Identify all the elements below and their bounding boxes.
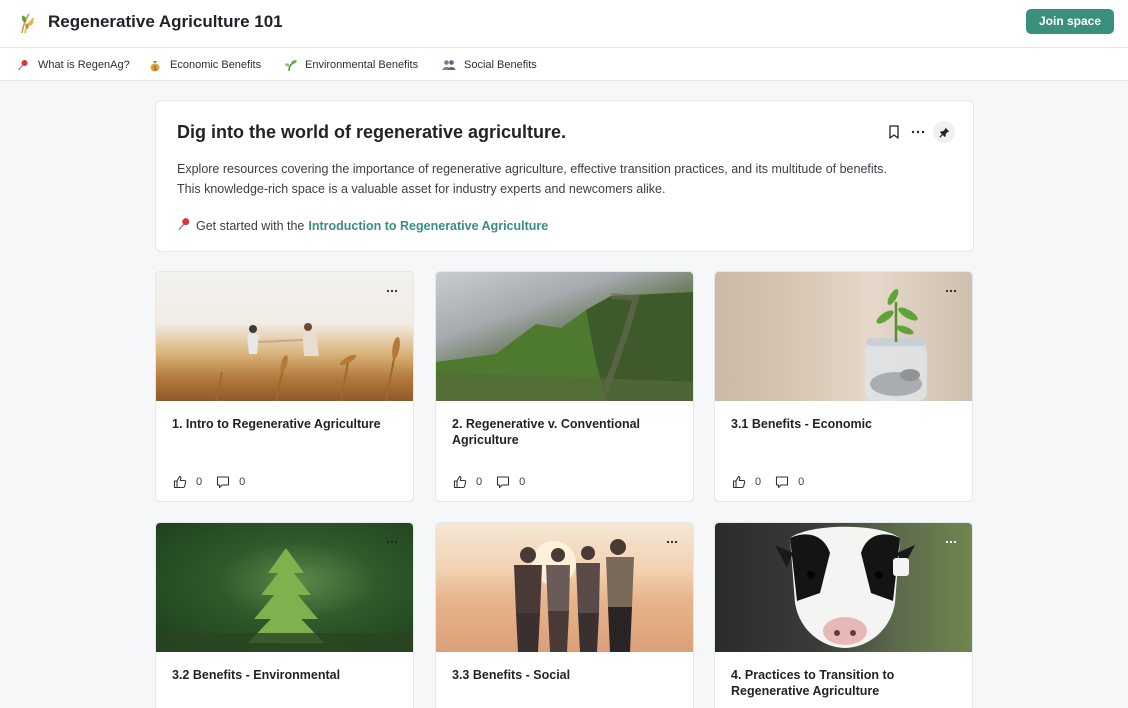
nav-item-label: What is RegenAg? (38, 59, 130, 71)
post-card[interactable]: 4. Practices to Transition to Regenerati… (714, 522, 973, 708)
money-bag-icon: $ (148, 58, 162, 72)
nav-item-economic-benefits[interactable]: $ Economic Benefits (148, 57, 261, 73)
more-options-icon[interactable] (942, 284, 960, 298)
post-description: Explore resources covering the importanc… (177, 162, 887, 196)
more-options-icon[interactable] (907, 121, 929, 143)
card-stats: 0 0 (452, 474, 538, 490)
comment-icon[interactable] (774, 474, 790, 490)
intro-link[interactable]: Introduction to Regenerative Agriculture (308, 219, 548, 233)
more-options-icon[interactable] (383, 535, 401, 549)
card-image-group-of-friends[interactable] (436, 523, 693, 652)
post-card[interactable]: 3.1 Benefits - Economic 0 0 (714, 271, 973, 502)
join-space-button[interactable]: Join space (1026, 9, 1114, 34)
pinned-icon[interactable] (933, 121, 955, 143)
more-options-icon[interactable] (942, 535, 960, 549)
card-title[interactable]: 1. Intro to Regenerative Agriculture (172, 416, 397, 432)
card-title[interactable]: 2. Regenerative v. Conventional Agricult… (452, 416, 677, 448)
seedling-icon (283, 58, 297, 72)
card-image-wheat-field[interactable] (156, 272, 413, 402)
nav-item-social-benefits[interactable]: Social Benefits (442, 57, 537, 73)
card-image-forest-seedling[interactable] (156, 523, 413, 652)
like-icon[interactable] (452, 474, 468, 490)
nav-item-label: Social Benefits (464, 59, 537, 71)
space-nav: What is RegenAg? $ Economic Benefits Env… (0, 48, 1128, 81)
card-stats: 0 0 (172, 474, 258, 490)
wheat-logo-icon[interactable] (16, 11, 40, 35)
get-started-line: Get started with the Introduction to Reg… (177, 217, 548, 234)
more-options-icon[interactable] (663, 535, 681, 549)
top-header: Regenerative Agriculture 101 Join space (0, 0, 1128, 48)
post-actions (881, 121, 955, 143)
pushpin-icon (177, 217, 191, 234)
nav-item-label: Environmental Benefits (305, 59, 419, 71)
post-title: Dig into the world of regenerative agric… (177, 122, 567, 142)
svg-text:$: $ (153, 65, 157, 72)
like-count: 0 (476, 476, 483, 488)
comment-count: 0 (798, 476, 805, 488)
card-image-dairy-cow[interactable] (715, 523, 972, 652)
card-image-green-cliffs[interactable] (436, 272, 693, 403)
more-options-icon[interactable] (383, 284, 401, 298)
card-title[interactable]: 3.2 Benefits - Environmental (172, 667, 397, 683)
post-card[interactable]: 1. Intro to Regenerative Agriculture 0 0 (155, 271, 414, 502)
nav-item-environmental-benefits[interactable]: Environmental Benefits (283, 57, 418, 73)
cta-prefix: Get started with the (196, 218, 305, 233)
like-icon[interactable] (172, 474, 188, 490)
space-title: Regenerative Agriculture 101 (48, 12, 283, 31)
comment-icon[interactable] (215, 474, 231, 490)
pinned-welcome-post: Dig into the world of regenerative agric… (155, 100, 974, 252)
comment-icon[interactable] (495, 474, 511, 490)
comment-count: 0 (239, 476, 246, 488)
comment-count: 0 (519, 476, 526, 488)
pushpin-icon (16, 58, 30, 72)
card-title[interactable]: 4. Practices to Transition to Regenerati… (731, 667, 956, 699)
post-card[interactable]: 3.3 Benefits - Social (435, 522, 694, 708)
nav-item-what-is-regenag[interactable]: What is RegenAg? (16, 57, 130, 73)
nav-item-label: Economic Benefits (170, 59, 262, 71)
card-image-coin-jar[interactable] (715, 272, 972, 401)
like-icon[interactable] (731, 474, 747, 490)
post-card[interactable]: 2. Regenerative v. Conventional Agricult… (435, 271, 694, 502)
card-title[interactable]: 3.3 Benefits - Social (452, 667, 677, 683)
people-icon (442, 58, 456, 72)
post-card[interactable]: 3.2 Benefits - Environmental (155, 522, 414, 708)
card-title[interactable]: 3.1 Benefits - Economic (731, 416, 956, 432)
card-stats: 0 0 (731, 474, 817, 490)
like-count: 0 (755, 476, 762, 488)
bookmark-icon[interactable] (883, 121, 905, 143)
like-count: 0 (196, 476, 203, 488)
